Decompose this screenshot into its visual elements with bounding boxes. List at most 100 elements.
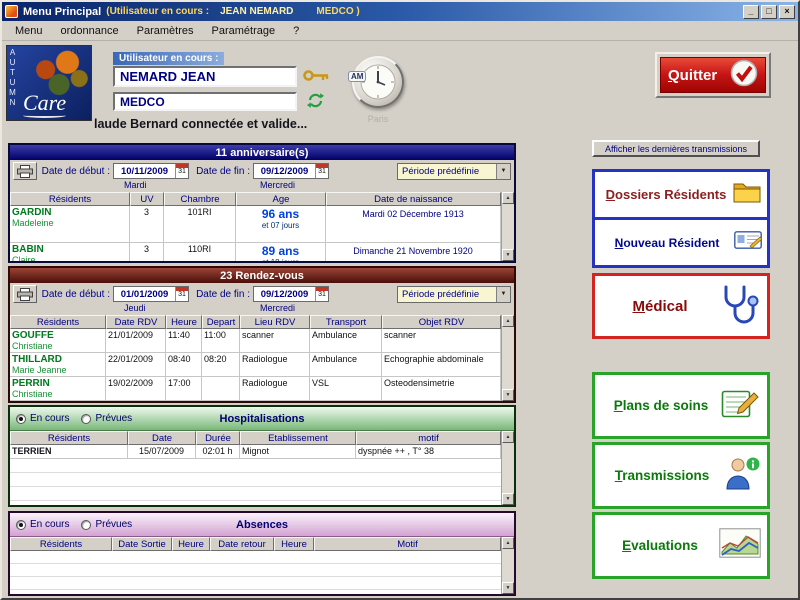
key-icon[interactable] bbox=[303, 69, 329, 87]
periode-predefinie-select[interactable]: Période prédéfinie ▼ bbox=[397, 163, 511, 180]
scroll-down-button[interactable]: ▼ bbox=[502, 389, 514, 401]
col-transport: Transport bbox=[310, 315, 382, 329]
vertical-scrollbar[interactable]: ▲ ▼ bbox=[501, 537, 514, 594]
dropdown-arrow-icon[interactable]: ▼ bbox=[496, 287, 510, 302]
scroll-track[interactable] bbox=[502, 443, 514, 493]
vertical-scrollbar[interactable]: ▲ ▼ bbox=[501, 192, 514, 261]
date-debut-label: Date de début : bbox=[40, 289, 110, 300]
minimize-button[interactable]: _ bbox=[743, 5, 759, 19]
cell-depart: 11:00 bbox=[202, 329, 240, 352]
hospitalisations-grid: Résidents Date Durée Etablissement motif… bbox=[10, 431, 501, 505]
person-info-icon bbox=[723, 456, 761, 495]
refresh-icon[interactable] bbox=[307, 92, 324, 114]
menu-item-parametrage[interactable]: Paramétrage bbox=[203, 23, 285, 39]
radio-prevues[interactable] bbox=[81, 414, 91, 424]
date-fin-field[interactable]: 09/12/2009 31 bbox=[253, 286, 329, 302]
periode-predefinie-select[interactable]: Période prédéfinie ▼ bbox=[397, 286, 511, 303]
col-motif: Motif bbox=[314, 537, 501, 551]
user-name-field[interactable]: NEMARD JEAN bbox=[113, 66, 297, 87]
anniversaire-row[interactable]: BABIN Claire 3 110RI 89 ans et 18 jours … bbox=[10, 243, 501, 261]
rendezvous-row[interactable]: GOUFFE Christiane 21/01/2009 11:40 11:00… bbox=[10, 329, 501, 353]
menu-item-help[interactable]: ? bbox=[284, 23, 308, 39]
col-residents: Résidents bbox=[10, 537, 112, 551]
menu-item-menu[interactable]: Menu bbox=[6, 23, 52, 39]
scroll-down-button[interactable]: ▼ bbox=[502, 582, 514, 594]
titlebar: Menu Principal (Utilisateur en cours : J… bbox=[2, 2, 798, 21]
print-button[interactable] bbox=[13, 285, 37, 303]
age-value: 96 ans bbox=[238, 207, 323, 221]
scroll-up-button[interactable]: ▲ bbox=[502, 431, 514, 443]
window-controls: _ □ × bbox=[743, 5, 795, 19]
calendar-icon[interactable]: 31 bbox=[175, 287, 188, 301]
scroll-up-button[interactable]: ▲ bbox=[502, 315, 514, 327]
logo-care-text: Care bbox=[23, 90, 66, 118]
quit-button-label: Quitter bbox=[668, 67, 724, 84]
calendar-icon[interactable]: 31 bbox=[315, 287, 328, 301]
date-fin-value: 09/12/2009 bbox=[254, 289, 315, 300]
print-button[interactable] bbox=[13, 162, 37, 180]
date-debut-label: Date de début : bbox=[40, 166, 110, 177]
hospitalisation-row[interactable]: TERRIEN 15/07/2009 02:01 h Mignot dyspné… bbox=[10, 445, 501, 459]
user-org-field[interactable]: MEDCO bbox=[113, 92, 297, 111]
panel-hospitalisations: Hospitalisations En cours Prévues Réside… bbox=[8, 405, 516, 507]
cell-motif: dyspnée ++ , T° 38 bbox=[356, 445, 501, 458]
menu-item-parametres[interactable]: Paramètres bbox=[128, 23, 203, 39]
scroll-up-button[interactable]: ▲ bbox=[502, 537, 514, 549]
date-fin-field[interactable]: 09/12/2009 31 bbox=[253, 163, 329, 179]
date-debut-day: Jeudi bbox=[124, 303, 146, 313]
col-residents: Résidents bbox=[10, 192, 130, 206]
cell-depart bbox=[202, 377, 240, 400]
date-debut-field[interactable]: 10/11/2009 31 bbox=[113, 163, 189, 179]
scroll-track[interactable] bbox=[502, 204, 514, 249]
scroll-down-button[interactable]: ▼ bbox=[502, 249, 514, 261]
scroll-down-button[interactable]: ▼ bbox=[502, 493, 514, 505]
close-button[interactable]: × bbox=[779, 5, 795, 19]
date-fin-day: Mercredi bbox=[260, 303, 295, 313]
scroll-track[interactable] bbox=[502, 327, 514, 389]
col-etablissement: Etablissement bbox=[240, 431, 356, 445]
resident-nom: GOUFFE bbox=[12, 330, 103, 341]
panel-anniversaires: 11 anniversaire(s) Date de début : 10/11… bbox=[8, 143, 516, 263]
scroll-track[interactable] bbox=[502, 549, 514, 582]
main-content: AUTUMN Care Utilisateur en cours : NEMAR… bbox=[2, 41, 798, 598]
scroll-up-button[interactable]: ▲ bbox=[502, 192, 514, 204]
rendezvous-title: 23 Rendez-vous bbox=[10, 268, 514, 283]
empty-row bbox=[10, 551, 501, 564]
resident-prenom: Claire bbox=[12, 255, 127, 261]
age-value: 89 ans bbox=[238, 244, 323, 258]
transmissions-button[interactable]: Transmissions bbox=[592, 442, 770, 509]
radio-prevues[interactable] bbox=[81, 520, 91, 530]
cell-date: 22/01/2009 bbox=[106, 353, 166, 376]
dossiers-residents-button[interactable]: Dossiers Résidents bbox=[595, 172, 767, 217]
quit-button[interactable]: Quitter bbox=[660, 57, 766, 93]
date-debut-field[interactable]: 01/01/2009 31 bbox=[113, 286, 189, 302]
calendar-icon[interactable]: 31 bbox=[175, 164, 188, 178]
anniversaire-row[interactable]: GARDIN Madeleine 3 101RI 96 ans et 07 jo… bbox=[10, 206, 501, 243]
radio-en-cours[interactable] bbox=[16, 520, 26, 530]
medical-button[interactable]: Médical bbox=[592, 273, 770, 339]
anniversaires-body: GARDIN Madeleine 3 101RI 96 ans et 07 jo… bbox=[10, 206, 501, 261]
hospitalisations-body: TERRIEN 15/07/2009 02:01 h Mignot dyspné… bbox=[10, 445, 501, 505]
restore-button[interactable]: □ bbox=[761, 5, 777, 19]
anniversaires-controls: Date de début : 10/11/2009 31 Date de fi… bbox=[10, 160, 514, 182]
cell-naissance: Mardi 02 Décembre 1913 bbox=[326, 206, 501, 242]
dropdown-arrow-icon[interactable]: ▼ bbox=[496, 164, 510, 179]
resident-nom: GARDIN bbox=[12, 207, 127, 218]
col-date-retour: Date retour bbox=[210, 537, 274, 551]
evaluations-button[interactable]: Evaluations bbox=[592, 512, 770, 579]
afficher-transmissions-button[interactable]: Afficher les dernières transmissions bbox=[592, 140, 760, 157]
rendezvous-row[interactable]: THILLARD Marie Jeanne 22/01/2009 08:40 0… bbox=[10, 353, 501, 377]
nouveau-resident-button[interactable]: Nouveau Résident bbox=[595, 217, 767, 265]
calendar-icon[interactable]: 31 bbox=[315, 164, 328, 178]
id-card-icon bbox=[734, 231, 762, 254]
vertical-scrollbar[interactable]: ▲ ▼ bbox=[501, 315, 514, 401]
absences-header-row: Résidents Date Sortie Heure Date retour … bbox=[10, 537, 501, 551]
vertical-scrollbar[interactable]: ▲ ▼ bbox=[501, 431, 514, 505]
panel-rendezvous: 23 Rendez-vous Date de début : 01/01/200… bbox=[8, 266, 516, 403]
plans-de-soins-button[interactable]: Plans de soins bbox=[592, 372, 770, 439]
rendezvous-row[interactable]: PERRIN Christiane 19/02/2009 17:00 Radio… bbox=[10, 377, 501, 401]
anniversaires-header-row: Résidents UV Chambre Age Date de naissan… bbox=[10, 192, 501, 206]
menu-item-ordonnance[interactable]: ordonnance bbox=[52, 23, 128, 39]
periode-predefinie-value: Période prédéfinie bbox=[398, 289, 496, 300]
radio-en-cours[interactable] bbox=[16, 414, 26, 424]
